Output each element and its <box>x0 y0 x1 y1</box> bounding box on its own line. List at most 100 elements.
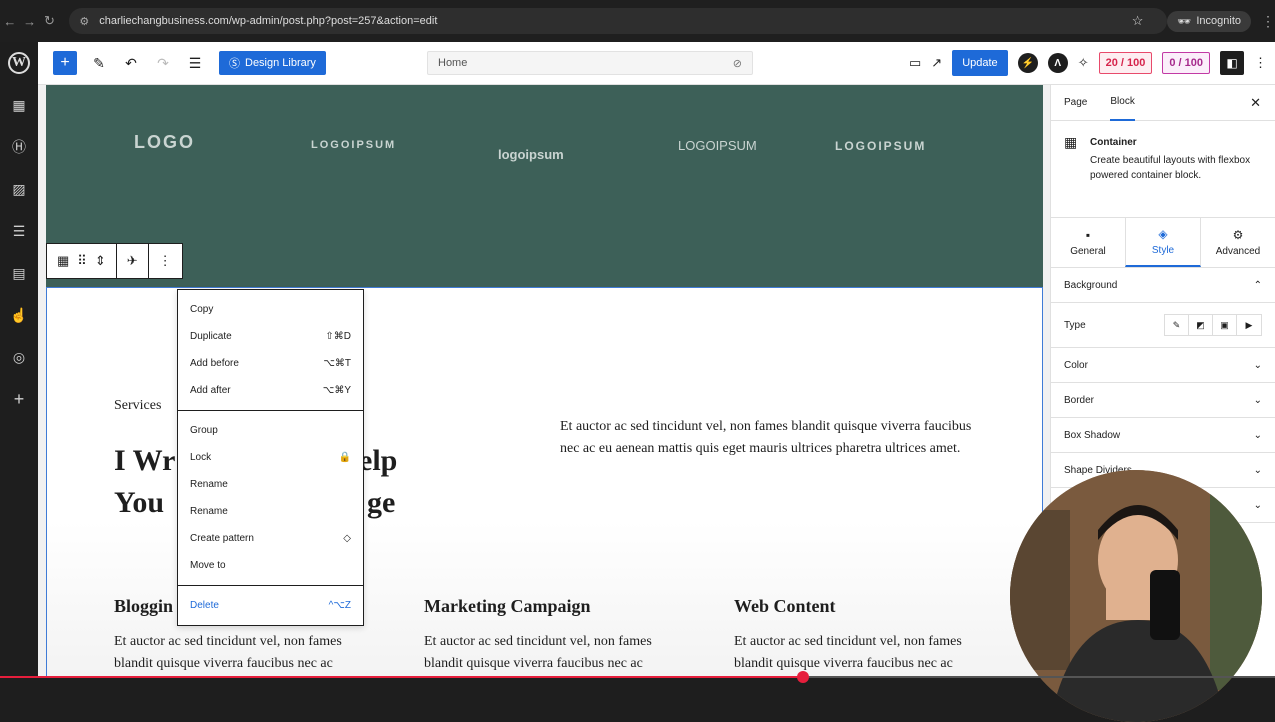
preview-device-icon[interactable]: ▭ <box>909 55 921 71</box>
tab-block[interactable]: Block <box>1110 85 1135 121</box>
image-icon[interactable]: ▨ <box>0 168 38 210</box>
logo-3: logoipsum <box>498 147 564 162</box>
menu-shortcut: ^⌥Z <box>328 600 351 611</box>
move-up-down-icon[interactable]: ⇕ <box>95 253 106 269</box>
menu-label: Add after <box>190 385 231 396</box>
sidebar-tabs: Page Block ✕ <box>1051 85 1275 121</box>
bookmark-star-icon[interactable]: ☆ <box>1132 13 1144 29</box>
panel-box-shadow[interactable]: Box Shadow ⌄ <box>1051 418 1275 453</box>
menu-group-danger: Delete ^⌥Z <box>178 586 363 625</box>
add-block-button[interactable]: + <box>53 51 77 75</box>
chevron-down-icon: ⌄ <box>1253 499 1262 511</box>
lock-icon: 🔒 <box>338 452 351 463</box>
logo-5: LOGOIPSUM <box>835 139 927 153</box>
lightning-plugin-icon[interactable]: ⚡ <box>1017 53 1038 73</box>
pointer-icon[interactable]: ☝ <box>0 294 38 336</box>
reload-icon[interactable]: ↻ <box>40 13 60 29</box>
menu-label: Create pattern <box>190 533 254 544</box>
pin-icon[interactable]: ✈ <box>127 253 138 269</box>
document-icon[interactable]: ▤ <box>0 252 38 294</box>
incognito-label: Incognito <box>1196 15 1241 27</box>
astra-plugin-icon[interactable]: Λ <box>1047 53 1068 73</box>
target-icon[interactable]: ◎ <box>0 336 38 378</box>
image-icon[interactable]: ▣ <box>1213 315 1237 335</box>
settings-panel-toggle[interactable]: ◧ <box>1220 51 1244 75</box>
design-library-button[interactable]: Ⓢ Design Library <box>219 51 326 75</box>
chevron-down-icon: ⌄ <box>1253 464 1262 476</box>
column-title-3: Web Content <box>734 596 836 616</box>
seo-score-badge[interactable]: 20 / 100 <box>1098 52 1153 74</box>
video-progress-knob[interactable] <box>797 671 810 683</box>
update-button[interactable]: Update <box>952 50 1008 76</box>
address-bar[interactable]: ⚙ charliechangbusiness.com/wp-admin/post… <box>69 8 1168 34</box>
block-toolbar: ▦ ⠿ ⇕ ✈ ⋮ <box>46 243 183 279</box>
menu-item-create-pattern[interactable]: Create pattern ◇ <box>178 525 363 552</box>
container-block-icon[interactable]: ▦ <box>57 253 69 269</box>
chevron-up-icon: ⌃ <box>1253 279 1262 291</box>
tab-style[interactable]: ◈ Style <box>1125 218 1201 267</box>
close-icon[interactable]: ✕ <box>1250 95 1261 111</box>
tab-page[interactable]: Page <box>1064 85 1087 121</box>
edit-pencil-icon[interactable]: ✎ <box>89 55 109 72</box>
menu-item-add-before[interactable]: Add before ⌥⌘T <box>178 350 363 377</box>
redo-icon[interactable]: ↷ <box>153 55 173 72</box>
menu-item-lock[interactable]: Lock 🔒 <box>178 444 363 471</box>
sparkle-ai-icon[interactable]: ✧ <box>1078 55 1089 71</box>
chevron-down-icon: ⌄ <box>1253 359 1262 371</box>
logo-1: LOGO <box>134 132 195 152</box>
external-link-icon[interactable]: ↗ <box>931 55 942 71</box>
panel-label: Color <box>1064 359 1088 371</box>
readability-score-badge[interactable]: 0 / 100 <box>1162 52 1210 74</box>
site-settings-icon[interactable]: ⚙ <box>79 15 89 28</box>
tab-advanced[interactable]: ⚙ Advanced <box>1201 218 1275 267</box>
block-toolbar-move-group: ▦ ⠿ ⇕ <box>47 244 117 278</box>
menu-item-rename-2[interactable]: Rename <box>178 498 363 525</box>
panel-label: Box Shadow <box>1064 429 1121 441</box>
options-menu-icon[interactable]: ⋮ <box>1254 55 1267 71</box>
block-options-button[interactable]: ⋮ <box>149 244 182 278</box>
background-type-buttons: ✎ ◩ ▣ ▶ <box>1164 314 1262 336</box>
presenter-image <box>1010 470 1262 722</box>
brush-icon[interactable]: ✎ <box>1165 315 1189 335</box>
browser-menu-icon[interactable]: ⋮ <box>1261 13 1275 30</box>
video-icon[interactable]: ▶ <box>1237 315 1261 335</box>
heading-icon[interactable]: Ⓗ <box>0 126 38 168</box>
general-icon: ▪ <box>1085 228 1091 242</box>
hidden-eye-icon[interactable]: ⊘ <box>733 57 742 70</box>
menu-label: Lock <box>190 452 212 463</box>
menu-item-delete[interactable]: Delete ^⌥Z <box>178 592 363 619</box>
panel-color[interactable]: Color ⌄ <box>1051 348 1275 383</box>
headline-tail-1: elp <box>359 444 398 477</box>
forward-icon[interactable]: → <box>20 14 40 29</box>
menu-item-duplicate[interactable]: Duplicate ⇧⌘D <box>178 323 363 350</box>
undo-icon[interactable]: ↶ <box>121 55 141 72</box>
drag-handle-icon[interactable]: ⠿ <box>77 253 87 269</box>
column-text-3: Et auctor ac sed tincidunt vel, non fame… <box>734 634 962 671</box>
logo-strip-section[interactable]: LOGO LOGOIPSUM logoipsum LOGOIPSUM LOGOI… <box>46 85 1043 287</box>
incognito-badge[interactable]: 🕶 Incognito <box>1167 10 1251 32</box>
menu-item-add-after[interactable]: Add after ⌥⌘Y <box>178 377 363 404</box>
back-icon[interactable]: ← <box>0 14 20 29</box>
incognito-icon: 🕶 <box>1177 15 1192 28</box>
block-card-text: Container Create beautiful layouts with … <box>1090 134 1260 217</box>
list-view-icon[interactable]: ☰ <box>185 55 205 72</box>
menu-item-rename[interactable]: Rename <box>178 471 363 498</box>
gradient-icon[interactable]: ◩ <box>1189 315 1213 335</box>
column-text-2: Et auctor ac sed tincidunt vel, non fame… <box>424 634 652 671</box>
wordpress-logo-icon[interactable]: W <box>0 42 38 84</box>
menu-item-group[interactable]: Group <box>178 417 363 444</box>
stack-icon[interactable]: ☰ <box>0 210 38 252</box>
menu-item-copy[interactable]: Copy <box>178 296 363 323</box>
menu-label: Rename <box>190 479 228 490</box>
document-title-bar[interactable]: Home ⊘ <box>427 51 753 75</box>
chevron-down-icon: ⌄ <box>1253 394 1262 406</box>
panel-background[interactable]: Background ⌃ <box>1051 268 1275 303</box>
type-label: Type <box>1064 319 1086 331</box>
menu-group-organize: Group Lock 🔒 Rename Rename Create pattern… <box>178 411 363 586</box>
menu-item-move-to[interactable]: Move to <box>178 552 363 579</box>
plus-icon[interactable]: + <box>0 378 38 420</box>
panel-border[interactable]: Border ⌄ <box>1051 383 1275 418</box>
layout-icon[interactable]: ▦ <box>0 84 38 126</box>
menu-label: Add before <box>190 358 239 369</box>
tab-general[interactable]: ▪ General <box>1051 218 1125 267</box>
